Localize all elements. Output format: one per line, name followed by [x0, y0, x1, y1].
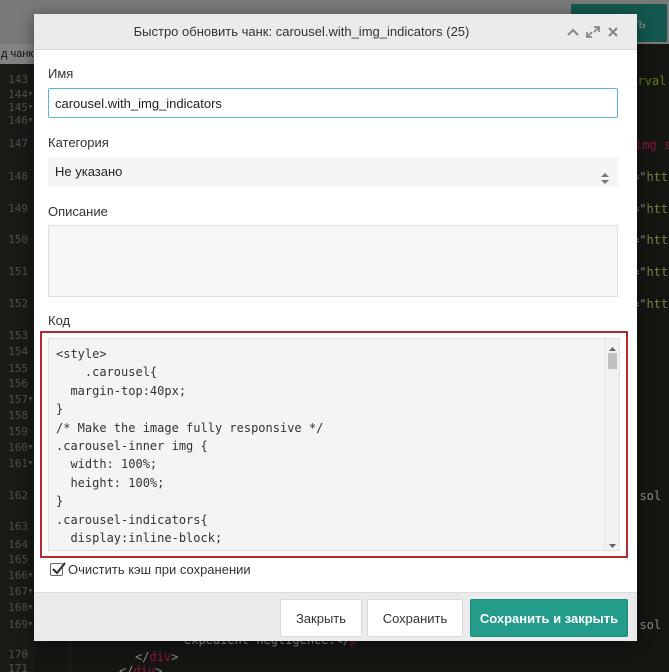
description-textarea[interactable] [48, 225, 618, 297]
scroll-down-arrow-icon[interactable] [605, 538, 619, 548]
clear-cache-checkbox[interactable] [50, 562, 66, 576]
code-line: .carousel-indicators{ [56, 512, 208, 527]
description-label: Описание [48, 204, 108, 219]
code-highlight-frame: <style> .carousel{ margin-top:40px;} /* M… [40, 331, 628, 558]
clear-cache-label: Очистить кэш при сохранении [68, 562, 251, 577]
scroll-up-arrow-icon[interactable] [605, 341, 619, 351]
code-line: margin-top:40px; [56, 383, 187, 398]
save-button[interactable]: Сохранить [367, 599, 463, 637]
name-label: Имя [48, 66, 74, 81]
category-selected-value: Не указано [55, 164, 123, 179]
select-arrows-icon [600, 166, 610, 184]
dialog-title: Быстро обновить чанк: carousel.with_img_… [133, 24, 470, 39]
code-editor[interactable]: <style> .carousel{ margin-top:40px;} /* M… [48, 338, 620, 551]
dialog-footer: Закрыть Сохранить Сохранить и закрыть [34, 592, 637, 641]
code-line: } [56, 494, 64, 509]
close-icon[interactable] [604, 22, 622, 42]
quick-update-chunk-dialog: Быстро обновить чанк: carousel.with_img_… [34, 14, 637, 641]
category-select[interactable]: Не указано [48, 157, 618, 187]
chevron-up-icon[interactable] [564, 22, 582, 42]
code-line: .carousel-inner img { [56, 438, 208, 453]
code-line: width: 100%; [56, 457, 158, 472]
name-input[interactable] [48, 88, 618, 118]
code-line: /* Make the image fully responsive */ [56, 420, 324, 435]
code-line: height: 100%; [56, 475, 165, 490]
code-scrollbar[interactable] [604, 339, 619, 550]
code-line: .carousel{ [56, 365, 158, 380]
dialog-header: Быстро обновить чанк: carousel.with_img_… [34, 14, 637, 50]
code-line: } [56, 402, 64, 417]
code-line: display:inline-block; [56, 530, 223, 545]
code-content: <style> .carousel{ margin-top:40px;} /* M… [56, 345, 324, 550]
category-label: Категория [48, 135, 109, 150]
code-label: Код [48, 313, 71, 328]
close-button[interactable]: Закрыть [280, 599, 362, 637]
save-and-close-button[interactable]: Сохранить и закрыть [470, 599, 628, 637]
expand-icon[interactable] [584, 22, 602, 42]
code-line: height: 300px; [56, 547, 323, 550]
scroll-thumb[interactable] [608, 353, 617, 369]
code-line: <style> [56, 347, 107, 361]
